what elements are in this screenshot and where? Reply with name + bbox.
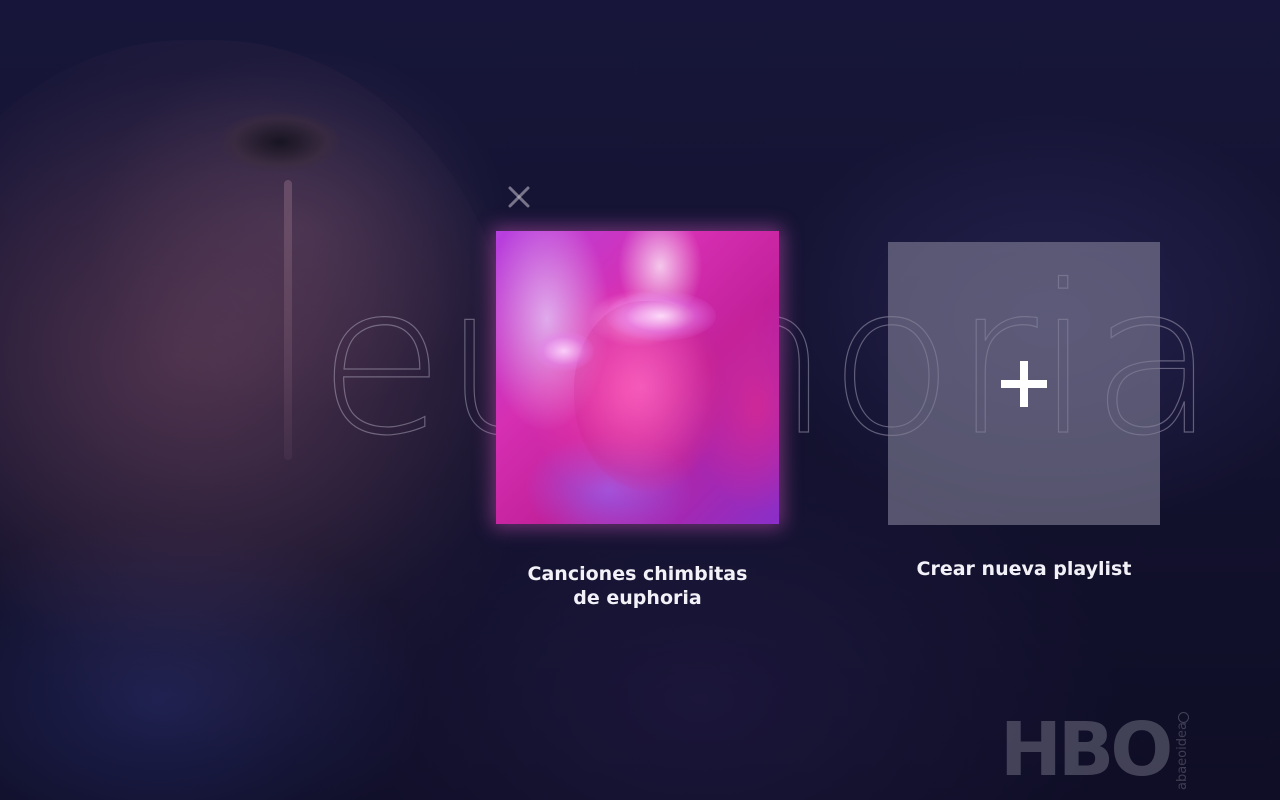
background-eye: [220, 112, 340, 172]
close-button[interactable]: [502, 180, 536, 214]
plus-icon: [1001, 361, 1047, 407]
playlist-title[interactable]: Canciones chimbitas de euphoria: [496, 562, 779, 610]
playlist-title-line1: Canciones chimbitas: [527, 563, 748, 585]
hbo-logo: HBO: [1000, 708, 1200, 792]
playlist-cover-image[interactable]: [496, 231, 779, 524]
background-tear: [284, 180, 292, 460]
watermark-text: abaeoidea: [1175, 722, 1190, 790]
cover-glitter: [606, 291, 716, 341]
cover-glitter-secondary: [534, 331, 594, 371]
close-icon: [508, 186, 530, 208]
create-playlist-label[interactable]: Crear nueva playlist: [888, 557, 1160, 581]
playlist-picker-screen: euphoria Canciones chimbitas de euphoria…: [0, 0, 1280, 800]
hbo-logo-text: HBO: [1000, 707, 1173, 793]
playlist-title-line2: de euphoria: [573, 587, 702, 609]
